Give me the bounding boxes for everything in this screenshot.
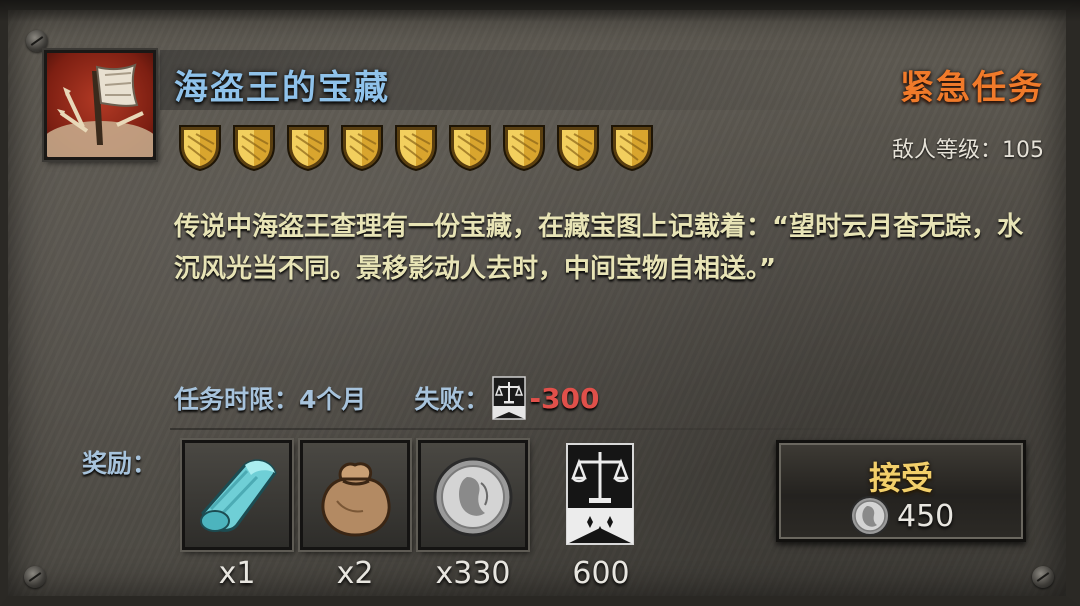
rewards-label: 奖励： <box>82 449 158 478</box>
cloth-roll-icon <box>200 459 277 532</box>
rivet-bottom-left-icon <box>24 566 46 588</box>
accept-button[interactable]: 接受 450 <box>776 440 1026 542</box>
rivet-top-left-icon <box>26 30 48 52</box>
difficulty-shield-icon <box>608 122 656 176</box>
difficulty-shield-icon <box>554 122 602 176</box>
silver-coin-icon <box>433 457 513 537</box>
sack-icon <box>321 462 391 537</box>
justice-banner-icon <box>566 443 634 545</box>
reward-justice-count: 600 <box>572 556 630 591</box>
failure-label: 失败： <box>414 385 490 414</box>
accept-button-label: 接受 <box>868 459 933 497</box>
reward-pouch-count: x2 <box>336 556 374 591</box>
justice-scale-icon <box>491 376 527 420</box>
reward-pouch[interactable] <box>300 440 410 550</box>
difficulty-shield-icon <box>338 122 386 176</box>
reward-silver-coin[interactable] <box>418 440 528 550</box>
accept-cost-value: 450 <box>897 498 955 534</box>
reward-cloth[interactable] <box>182 440 292 550</box>
reward-silver-coin-count: x330 <box>435 556 511 591</box>
difficulty-shield-icon <box>230 122 278 176</box>
quest-conditions: 任务时限： 4个月 失败： -300 <box>174 376 600 420</box>
failure-penalty: -300 <box>529 381 600 415</box>
difficulty-shield-icon <box>392 122 440 176</box>
time-limit-label: 任务时限： <box>174 385 300 414</box>
difficulty-shield-icon <box>284 122 332 176</box>
rivet-bottom-right-icon <box>1032 566 1054 588</box>
difficulty-shield-icon <box>446 122 494 176</box>
time-limit-value: 4个月 <box>299 385 367 414</box>
difficulty-shield-icon <box>176 122 224 176</box>
reward-cloth-count: x1 <box>218 556 256 591</box>
quest-description: 传说中海盗王查理有一份宝藏，在藏宝图上记载着：“望时云月杳无踪，水沉风光当不同。… <box>174 212 1024 284</box>
panel-top-edge <box>0 0 1080 22</box>
quest-flag-icon <box>44 50 156 160</box>
divider <box>170 428 900 430</box>
quest-type-badge: 紧急任务 <box>900 68 1044 108</box>
silver-coin-icon <box>850 496 890 536</box>
difficulty-shields <box>176 122 656 176</box>
enemy-level-value: 105 <box>1002 138 1044 163</box>
difficulty-shield-icon <box>500 122 548 176</box>
enemy-level: 敌人等级：105 <box>892 132 1044 164</box>
reward-justice[interactable] <box>565 442 635 546</box>
quest-title: 海盗王的宝藏 <box>174 68 390 108</box>
enemy-level-label: 敌人等级： <box>891 138 1002 163</box>
accept-cost: 450 <box>849 495 954 537</box>
